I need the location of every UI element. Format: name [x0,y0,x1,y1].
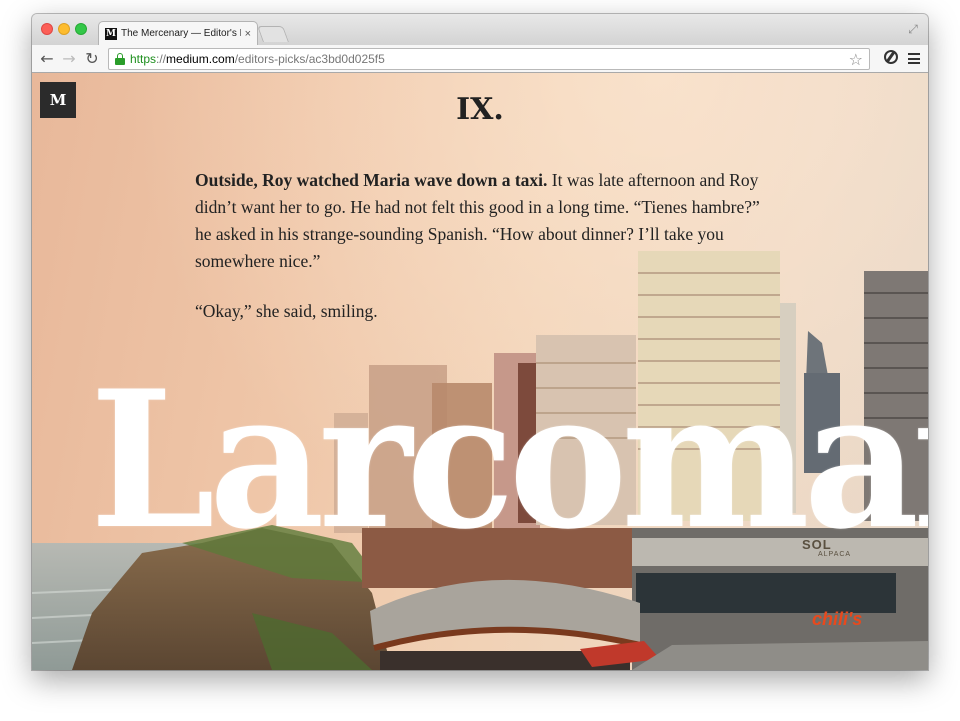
reload-button[interactable]: ↻ [82,49,102,69]
url-path: /editors-picks/ac3bd0d025f5 [234,52,385,66]
story-body: Outside, Roy watched Maria wave down a t… [195,167,770,348]
address-bar[interactable]: https://medium.com/editors-picks/ac3bd0d… [108,48,870,70]
sign-sol: SOL [802,537,832,552]
url-scheme: https [130,52,157,66]
back-button[interactable]: ← [37,49,57,69]
article-page: M IX. Outside, Roy watched Maria wave do… [32,73,928,670]
medium-favicon-icon: M [105,27,117,40]
minimize-window-button[interactable] [58,23,70,35]
paragraph-1: Outside, Roy watched Maria wave down a t… [195,167,770,275]
sign-chilis: chili's [812,609,863,629]
tab-close-icon[interactable]: × [245,28,251,40]
paragraph-2-text: “Okay,” she said, smiling. [195,301,378,321]
extension-icon[interactable] [884,50,898,64]
chapter-heading: IX. [456,92,504,127]
paragraph-1-lead: Outside, Roy watched Maria wave down a t… [195,170,548,190]
tab-strip: M The Mercenary — Editor's Picks × ⤢ [32,14,928,45]
menu-icon[interactable] [908,53,920,64]
zoom-window-button[interactable] [75,23,87,35]
new-tab-button[interactable] [257,26,289,42]
hero-title: Larcomar [90,349,928,571]
url-separator: :// [156,52,167,66]
tab-the-mercenary[interactable]: M The Mercenary — Editor's Picks × [98,21,258,45]
tab-title: The Mercenary — Editor's Picks [121,28,241,39]
url-host: medium.com [166,52,235,66]
bookmark-star-icon[interactable]: ☆ [849,50,863,69]
close-window-button[interactable] [41,23,53,35]
paragraph-2: “Okay,” she said, smiling. [195,298,770,325]
sign-alpaca: ALPACA [818,551,852,558]
browser-toolbar: ← → ↻ https://medium.com/editors-picks/a… [32,45,928,73]
lock-icon [115,53,125,65]
browser-window: M The Mercenary — Editor's Picks × ⤢ ← →… [32,14,928,670]
fullscreen-icon[interactable]: ⤢ [906,22,920,36]
forward-button[interactable]: → [59,49,79,69]
